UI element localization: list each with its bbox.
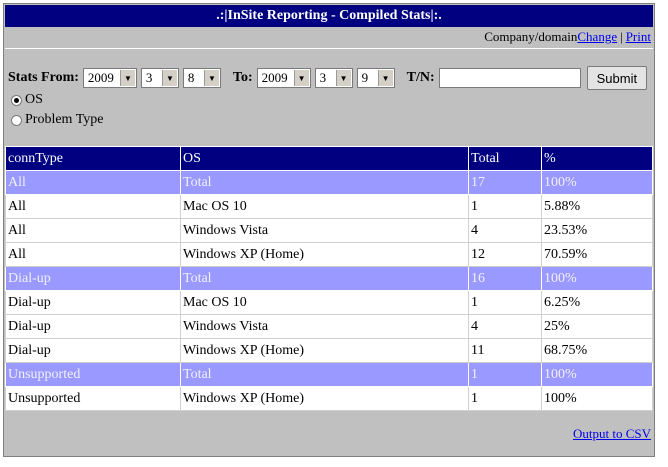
cell-conntype: Dial-up xyxy=(5,338,181,363)
table-row: All Mac OS 10 1 5.88% xyxy=(5,194,653,219)
cell-percent: 25% xyxy=(541,314,653,339)
cell-percent: 68.75% xyxy=(541,338,653,363)
stats-table-body: All Total 17 100% All Mac OS 10 1 5.88% All Windo… xyxy=(5,170,653,411)
cell-os: Mac OS 10 xyxy=(180,290,469,315)
tn-label: T/N: xyxy=(406,70,435,85)
radio-os[interactable] xyxy=(11,94,22,106)
cell-conntype: All xyxy=(5,242,181,267)
cell-percent: 100% xyxy=(541,362,653,387)
cell-os: Windows Vista xyxy=(180,218,469,243)
radio-os-option[interactable]: OS xyxy=(11,91,43,109)
column-header-percent: % xyxy=(541,146,653,171)
cell-percent: 100% xyxy=(541,266,653,291)
cell-os: Windows XP (Home) xyxy=(180,386,469,411)
tn-input[interactable] xyxy=(438,68,581,88)
cell-conntype: Unsupported xyxy=(5,362,181,387)
cell-conntype: Dial-up xyxy=(5,314,181,339)
cell-total: 17 xyxy=(468,170,542,195)
cell-conntype: Dial-up xyxy=(5,290,181,315)
cell-conntype: Dial-up xyxy=(5,266,181,291)
radio-problem-type[interactable] xyxy=(11,114,22,126)
change-link[interactable]: Change xyxy=(577,29,617,44)
column-header-os: OS xyxy=(180,146,469,171)
chevron-down-icon: ▼ xyxy=(335,70,351,86)
to-year-select[interactable]: 2009 ▼ xyxy=(256,68,311,88)
cell-total: 1 xyxy=(468,362,542,387)
to-label: To: xyxy=(232,70,253,85)
cell-percent: 5.88% xyxy=(541,194,653,219)
cell-total: 12 xyxy=(468,242,542,267)
submit-button[interactable]: Submit xyxy=(586,66,648,90)
cell-conntype: All xyxy=(5,218,181,243)
cell-conntype: All xyxy=(5,170,181,195)
cell-percent: 23.53% xyxy=(541,218,653,243)
chevron-down-icon: ▼ xyxy=(293,70,309,86)
output-to-csv-link[interactable]: Output to CSV xyxy=(573,426,651,442)
top-links: Company/domainChange | Print xyxy=(484,29,651,45)
table-row: All Windows Vista 4 23.53% xyxy=(5,218,653,243)
table-total-row: All Total 17 100% xyxy=(5,170,653,195)
cell-total: 4 xyxy=(468,314,542,339)
cell-conntype: All xyxy=(5,194,181,219)
cell-os: Windows XP (Home) xyxy=(180,338,469,363)
report-frame: .:|InSite Reporting - Compiled Stats|:. … xyxy=(3,3,655,457)
cell-total: 16 xyxy=(468,266,542,291)
date-range-row: Stats From: 2009 ▼ 3 ▼ 8 ▼ To: 2009 ▼ 3 … xyxy=(8,66,648,90)
cell-os: Total xyxy=(180,266,469,291)
chevron-down-icon: ▼ xyxy=(161,70,177,86)
cell-total: 1 xyxy=(468,194,542,219)
cell-os: Total xyxy=(180,170,469,195)
table-row: Unsupported Windows XP (Home) 1 100% xyxy=(5,386,653,411)
table-total-row: Unsupported Total 1 100% xyxy=(5,362,653,387)
table-row: Dial-up Windows Vista 4 25% xyxy=(5,314,653,339)
radio-problem-type-label: Problem Type xyxy=(25,112,104,127)
from-year-select[interactable]: 2009 ▼ xyxy=(82,68,137,88)
from-day-select[interactable]: 8 ▼ xyxy=(182,68,221,88)
chevron-down-icon: ▼ xyxy=(203,70,219,86)
link-separator: | xyxy=(620,29,623,44)
to-month-select[interactable]: 3 ▼ xyxy=(314,68,353,88)
table-row: Dial-up Mac OS 10 1 6.25% xyxy=(5,290,653,315)
table-row: All Windows XP (Home) 12 70.59% xyxy=(5,242,653,267)
column-header-total: Total xyxy=(468,146,542,171)
cell-percent: 100% xyxy=(541,170,653,195)
page-title: .:|InSite Reporting - Compiled Stats|:. xyxy=(5,5,653,27)
cell-total: 11 xyxy=(468,338,542,363)
company-domain-label: Company/domain xyxy=(484,29,578,44)
radio-problem-type-option[interactable]: Problem Type xyxy=(11,111,103,129)
cell-conntype: Unsupported xyxy=(5,386,181,411)
from-month-select[interactable]: 3 ▼ xyxy=(140,68,179,88)
cell-total: 4 xyxy=(468,218,542,243)
cell-os: Total xyxy=(180,362,469,387)
to-day-select[interactable]: 9 ▼ xyxy=(356,68,395,88)
table-header-row: connType OS Total % xyxy=(5,146,653,171)
stats-from-label: Stats From: xyxy=(8,70,79,85)
print-link[interactable]: Print xyxy=(626,29,651,44)
cell-percent: 70.59% xyxy=(541,242,653,267)
stats-table: connType OS Total % All Total 17 100% All Mac… xyxy=(5,146,653,411)
column-header-conntype: connType xyxy=(5,146,181,171)
cell-percent: 100% xyxy=(541,386,653,411)
radio-os-label: OS xyxy=(25,92,43,107)
chevron-down-icon: ▼ xyxy=(377,70,393,86)
cell-os: Windows XP (Home) xyxy=(180,242,469,267)
table-total-row: Dial-up Total 16 100% xyxy=(5,266,653,291)
cell-total: 1 xyxy=(468,290,542,315)
cell-total: 1 xyxy=(468,386,542,411)
chevron-down-icon: ▼ xyxy=(119,70,135,86)
cell-os: Windows Vista xyxy=(180,314,469,339)
filter-panel: Stats From: 2009 ▼ 3 ▼ 8 ▼ To: 2009 ▼ 3 … xyxy=(5,48,653,147)
cell-os: Mac OS 10 xyxy=(180,194,469,219)
table-row: Dial-up Windows XP (Home) 11 68.75% xyxy=(5,338,653,363)
cell-percent: 6.25% xyxy=(541,290,653,315)
